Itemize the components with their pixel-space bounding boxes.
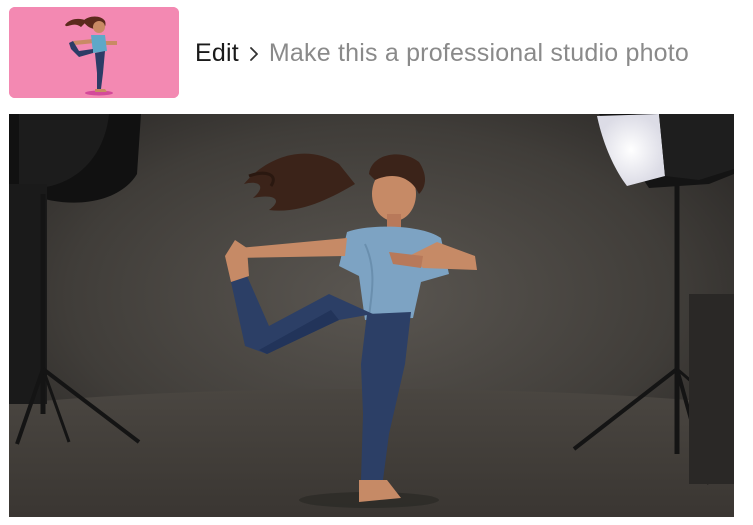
breadcrumb: Edit Make this a professional studio pho… bbox=[195, 36, 689, 70]
edit-prompt-text: Make this a professional studio photo bbox=[268, 38, 690, 67]
breadcrumb-edit-link[interactable]: Edit bbox=[195, 39, 239, 68]
source-thumbnail[interactable] bbox=[9, 7, 179, 98]
edit-result-view: Edit Make this a professional studio pho… bbox=[0, 0, 753, 525]
chevron-right-icon bbox=[239, 36, 269, 70]
result-image[interactable] bbox=[9, 114, 734, 517]
studio-photo-dancer-icon bbox=[9, 114, 734, 517]
edit-header: Edit Make this a professional studio pho… bbox=[0, 0, 753, 106]
cartoon-dancer-thumbnail-icon bbox=[9, 7, 179, 98]
